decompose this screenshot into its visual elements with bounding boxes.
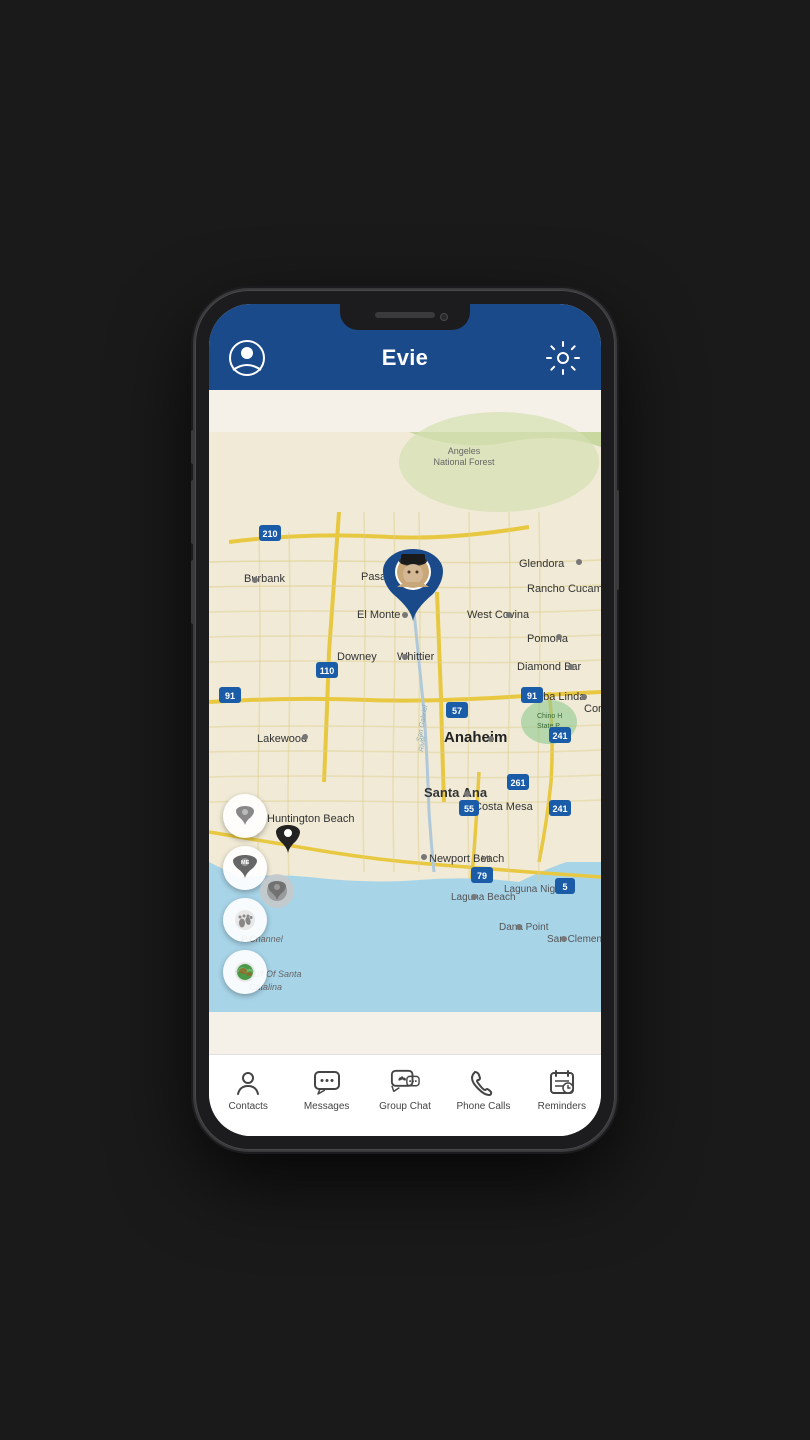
phone-calls-icon	[468, 1067, 498, 1097]
svg-text:Dana Point: Dana Point	[499, 922, 549, 933]
svg-text:241: 241	[552, 731, 567, 741]
svg-text:Mi: Mi	[481, 854, 491, 864]
nav-reminders[interactable]: Reminders	[523, 1063, 601, 1116]
svg-text:Con: Con	[584, 703, 601, 715]
svg-text:Rancho Cucamo: Rancho Cucamo	[527, 583, 601, 595]
svg-text:Santa Ana: Santa Ana	[424, 785, 488, 800]
svg-text:National Forest: National Forest	[433, 457, 495, 467]
contacts-label: Contacts	[228, 1101, 267, 1112]
svg-text:Burbank: Burbank	[244, 573, 285, 585]
messages-icon	[312, 1067, 342, 1097]
camera	[440, 313, 448, 321]
nav-group-chat[interactable]: Group Chat	[366, 1063, 444, 1116]
notch	[340, 304, 470, 330]
svg-text:Downey: Downey	[337, 651, 377, 663]
footprint-control[interactable]	[223, 898, 267, 942]
power-button[interactable]	[615, 490, 619, 590]
app-screen: Evie	[209, 304, 601, 1136]
location-pin-control[interactable]	[223, 794, 267, 838]
svg-text:261: 261	[510, 778, 525, 788]
nav-contacts[interactable]: Contacts	[209, 1063, 287, 1116]
reminders-label: Reminders	[538, 1101, 586, 1112]
ghost-location-pin	[260, 874, 294, 908]
volume-up-button[interactable]	[191, 480, 195, 544]
svg-text:55: 55	[464, 804, 474, 814]
svg-text:79: 79	[477, 871, 487, 881]
map-svg: San Gabriel River Chino H State P Angele…	[209, 390, 601, 1054]
svg-text:Costa Mesa: Costa Mesa	[474, 801, 534, 813]
svg-text:Lakewood: Lakewood	[257, 733, 307, 745]
group-chat-icon	[390, 1067, 420, 1097]
globe-control[interactable]	[223, 950, 267, 994]
volume-down-button[interactable]	[191, 560, 195, 624]
svg-text:ME: ME	[241, 860, 250, 866]
phone-calls-label: Phone Calls	[456, 1101, 510, 1112]
svg-text:57: 57	[452, 706, 462, 716]
settings-icon[interactable]	[545, 340, 581, 376]
map-area[interactable]: San Gabriel River Chino H State P Angele…	[209, 390, 601, 1054]
phone-screen: Evie	[209, 304, 601, 1136]
svg-text:Glendora: Glendora	[519, 558, 565, 570]
bottom-nav: Contacts Messages	[209, 1054, 601, 1136]
svg-text:Chino H: Chino H	[537, 713, 562, 720]
svg-text:241: 241	[552, 804, 567, 814]
contacts-icon	[233, 1067, 263, 1097]
svg-text:Newport Beach: Newport Beach	[429, 853, 504, 865]
svg-text:Anaheim: Anaheim	[444, 729, 507, 746]
svg-text:Pomona: Pomona	[527, 633, 569, 645]
svg-text:West Covina: West Covina	[467, 609, 530, 621]
nav-phone-calls[interactable]: Phone Calls	[444, 1063, 522, 1116]
svg-text:210: 210	[262, 529, 277, 539]
svg-text:5: 5	[562, 882, 567, 892]
group-chat-label: Group Chat	[379, 1101, 431, 1112]
svg-text:91: 91	[225, 691, 235, 701]
svg-text:San Clement: San Clement	[547, 934, 601, 945]
app-title: Evie	[382, 345, 428, 371]
coast-location-pin	[276, 825, 300, 861]
profile-icon[interactable]	[229, 340, 265, 376]
messages-label: Messages	[304, 1101, 350, 1112]
svg-text:Huntington Beach: Huntington Beach	[267, 813, 354, 825]
svg-text:110: 110	[320, 666, 335, 676]
speaker	[375, 312, 435, 318]
nav-messages[interactable]: Messages	[287, 1063, 365, 1116]
reminders-icon	[547, 1067, 577, 1097]
svg-text:91: 91	[527, 691, 537, 701]
phone-frame: Evie	[195, 290, 615, 1150]
user-location-pin	[383, 549, 443, 629]
mute-button[interactable]	[191, 430, 195, 464]
svg-text:Angeles: Angeles	[448, 446, 481, 456]
